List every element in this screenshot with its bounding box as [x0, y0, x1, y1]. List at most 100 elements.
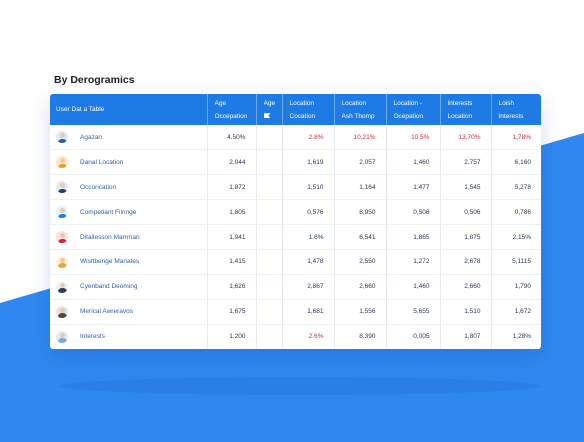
user-name-link[interactable]: Competiant Filnnge	[80, 209, 136, 216]
flag-icon	[263, 113, 271, 119]
column-header-sublabel: Ash Thomp	[341, 112, 375, 120]
value-cell: 1.6%	[282, 224, 335, 250]
value-cell: 1,672	[491, 299, 541, 325]
value-cell: 2,660	[334, 274, 387, 300]
value-cell: 0,508	[386, 199, 441, 226]
avatar	[56, 255, 68, 268]
column-header-label: User Dat a Table	[56, 106, 105, 113]
user-name-link[interactable]: Ditallesson Marrman	[80, 234, 140, 241]
user-name-link[interactable]: Cyenband Deoming	[80, 283, 137, 290]
user-cell: Competiant Filnnge	[50, 199, 208, 226]
column-header-0[interactable]: User Dat a Table	[50, 94, 208, 125]
value-cell: 1,477	[386, 174, 441, 201]
value-cell: 0,786	[491, 199, 541, 226]
value-cell: 5,278	[491, 174, 541, 201]
value-cell: 1,807	[440, 324, 492, 349]
user-cell: Cyenband Deoming	[50, 274, 208, 300]
empty-cell	[256, 174, 283, 201]
column-header-label: Interests	[447, 99, 473, 107]
table-row[interactable]: Interests 1,200 2.6% 8,390 0,005 1,807 1,28%	[50, 324, 541, 349]
column-header-label: Location -	[393, 99, 423, 107]
table-row[interactable]: Cyenband Deoming 1,626 2,867 2,660 1,460 2,66…	[50, 274, 541, 300]
user-cell: Merical Awreravos	[50, 299, 208, 325]
user-name-link[interactable]: Interests	[80, 333, 105, 340]
avatar	[56, 280, 68, 293]
value-cell: 2,757	[440, 149, 492, 176]
empty-cell	[256, 249, 283, 275]
value-cell: 1,875	[440, 224, 492, 250]
value-cell: 1,28%	[512, 333, 531, 341]
value-cell: 10.5%	[386, 125, 441, 151]
value-cell: 1,805	[207, 199, 257, 226]
table-row[interactable]: Agazan 4.50% 2.8% 10.21% 10.5% 13,70% 1,78%	[50, 125, 541, 151]
value-cell: 0,576	[282, 199, 335, 226]
column-header-sublabel: Location	[447, 112, 473, 120]
avatar	[56, 305, 68, 318]
column-header-sublabel: Ocepation	[393, 112, 424, 120]
value-cell: 8,950	[334, 199, 387, 226]
user-cell: Interests	[50, 324, 208, 349]
column-header-6[interactable]: Interests Location	[440, 94, 492, 125]
column-header-sublabel: Interests	[498, 112, 524, 120]
empty-cell	[256, 199, 283, 226]
value-cell: 8,390	[334, 324, 387, 349]
value-cell: 4.50%	[207, 125, 257, 151]
table-row[interactable]: Merical Awreravos 1,675 1,681 1,556 5,655 1,5…	[50, 299, 541, 325]
value-cell: 2.8%	[282, 125, 335, 151]
user-cell: Ditallesson Marrman	[50, 224, 208, 250]
table-row[interactable]: Wisttbenge Mariates 1,415 1,478 2,550 1,272 2…	[50, 249, 541, 275]
value-cell: 0,506	[440, 199, 492, 226]
value-cell: 1,790	[491, 274, 541, 300]
value-cell: 5,1115	[491, 249, 541, 275]
table-row[interactable]: Occorication 1,872 1,510 1,164 1,477 1,545 5,2…	[50, 174, 541, 201]
user-cell: Agazan	[50, 125, 208, 151]
table-row[interactable]: Danal Location 2,044 1,619 2,057 1,460 2,757 6…	[50, 149, 541, 176]
value-cell: 2.6%	[282, 324, 335, 349]
empty-cell	[256, 299, 283, 325]
user-name-link[interactable]: Wisttbenge Mariates	[80, 258, 139, 265]
column-header-label: Age	[214, 99, 227, 107]
column-header-1[interactable]: Age Occepation	[207, 94, 257, 125]
value-cell: 2,057	[334, 149, 387, 176]
column-header-sublabel: Cocation	[289, 112, 316, 120]
value-cell: 1,626	[207, 274, 257, 300]
avatar	[56, 206, 68, 219]
value-cell: 6,541	[334, 224, 387, 250]
value-cell: 2,044	[207, 149, 257, 176]
empty-cell	[256, 149, 283, 176]
column-header-4[interactable]: Location Ash Thomp	[334, 94, 387, 125]
column-header-label: Location	[341, 99, 367, 107]
value-cell: 2,678	[440, 249, 492, 275]
value-cell: 1,460	[386, 149, 441, 176]
value-cell: 1,460	[386, 274, 441, 300]
column-header-2[interactable]: Age	[256, 94, 283, 125]
column-header-5[interactable]: Location - Ocepation	[386, 94, 441, 125]
value-cell: 5,655	[386, 299, 441, 325]
avatar	[56, 181, 68, 194]
column-header-7[interactable]: Loish Interests	[491, 94, 541, 125]
table-header-row: User Dat a Table Age Occepation Age Location…	[50, 94, 541, 125]
value-cell: 10.21%	[334, 125, 387, 151]
table-row[interactable]: Competiant Filnnge 1,805 0,576 8,950 0,508 0,…	[50, 199, 541, 226]
user-cell: Danal Location	[50, 149, 208, 176]
user-name-link[interactable]: Agazan	[80, 134, 102, 141]
value-cell: 2,550	[334, 249, 387, 275]
value-cell: 1,872	[207, 174, 257, 201]
value-cell: 0,005	[386, 324, 441, 349]
data-table-card: User Dat a Table Age Occepation Age Location…	[50, 94, 541, 349]
user-name-link[interactable]: Danal Location	[80, 159, 123, 166]
value-cell: 1,545	[440, 174, 492, 201]
column-header-sublabel: Occepation	[214, 112, 248, 120]
user-data-table: User Dat a Table Age Occepation Age Location…	[50, 94, 541, 349]
value-cell: 1,415	[207, 249, 257, 275]
user-name-link[interactable]: Merical Awreravos	[80, 308, 133, 315]
avatar	[56, 231, 68, 243]
empty-cell	[256, 125, 283, 151]
value-cell: 1,865	[386, 224, 441, 250]
avatar	[56, 156, 68, 169]
table-row[interactable]: Ditallesson Marrman 1,941 1.6% 6,541 1,865 1,…	[50, 224, 541, 250]
value-cell: 1,510	[282, 174, 335, 201]
column-header-3[interactable]: Location Cocation	[282, 94, 335, 125]
user-name-link[interactable]: Occorication	[80, 184, 116, 191]
value-cell: 1,675	[207, 299, 257, 325]
